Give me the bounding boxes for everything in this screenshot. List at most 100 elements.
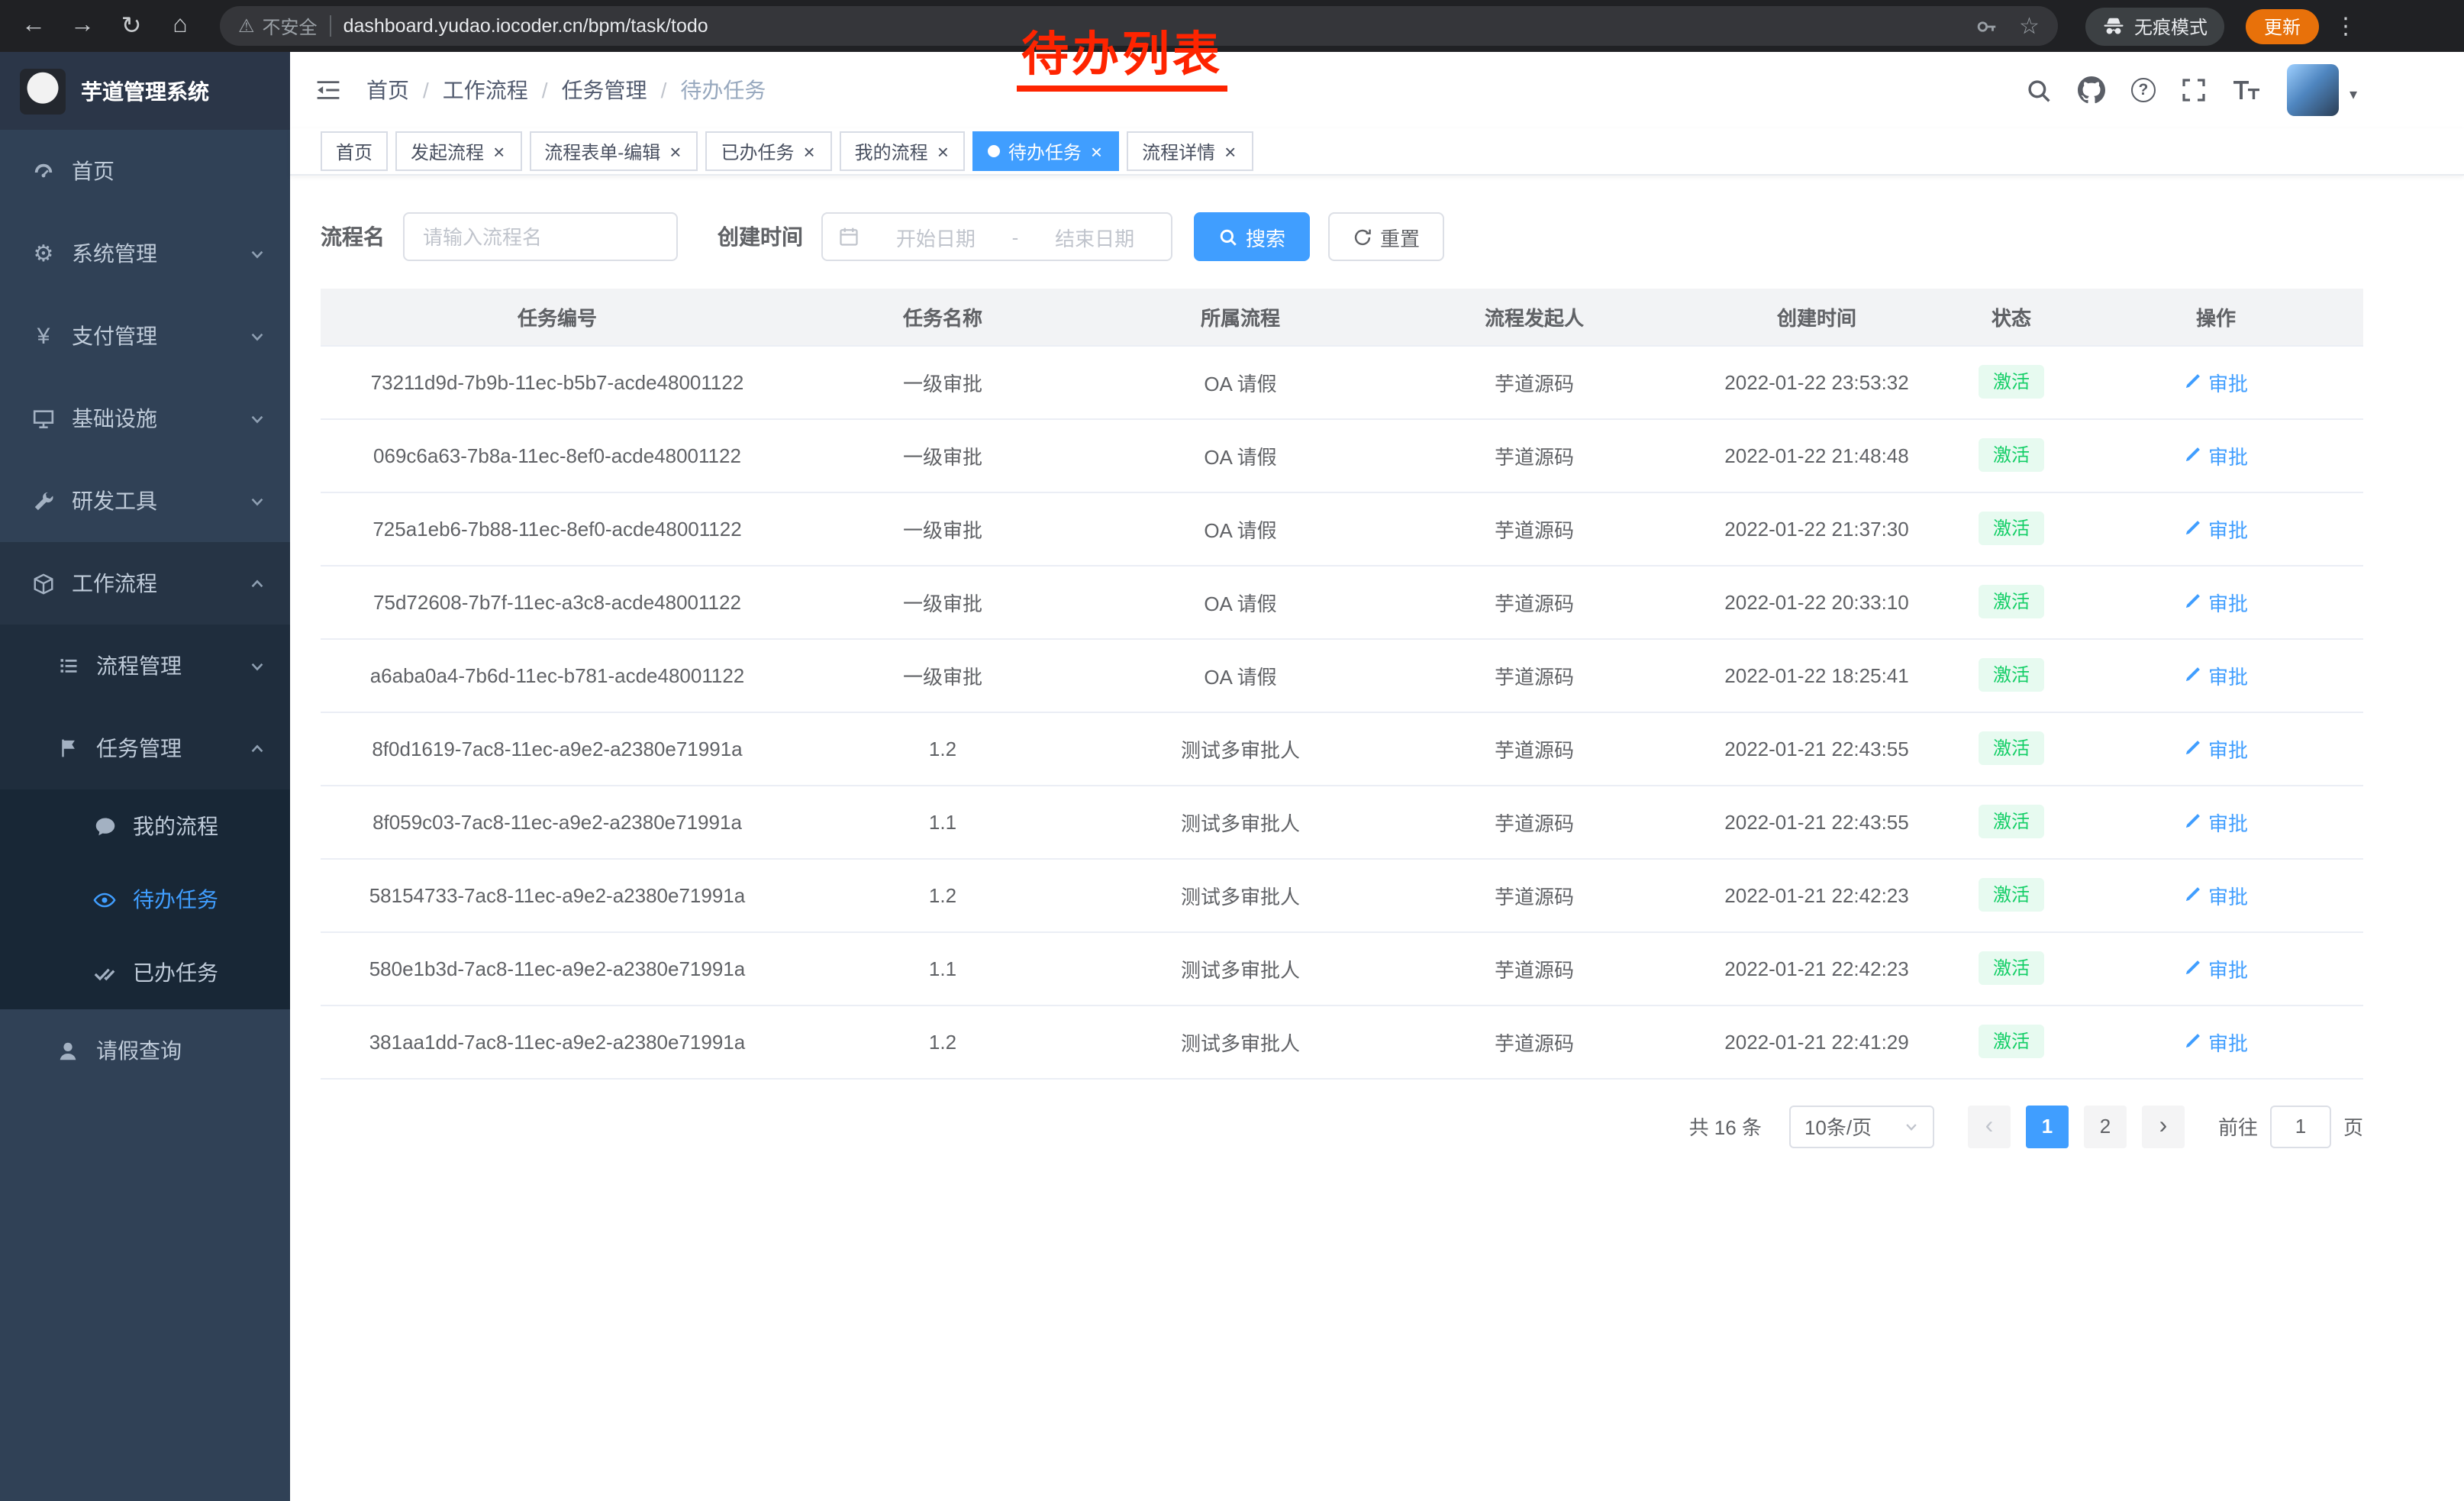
forward-button[interactable]: → — [61, 5, 104, 47]
tab-待办任务[interactable]: 待办任务× — [973, 131, 1119, 171]
status-cell: 激活 — [1954, 785, 2069, 858]
initiator-cell: 芋道源码 — [1389, 565, 1679, 638]
password-key-icon[interactable] — [1975, 15, 1998, 37]
search-button[interactable]: 搜索 — [1194, 212, 1310, 261]
wrench-icon — [31, 489, 56, 512]
edit-icon — [2184, 666, 2202, 684]
breadcrumb-task-management[interactable]: 任务管理 — [562, 75, 647, 105]
tab-发起流程[interactable]: 发起流程× — [395, 131, 521, 171]
task-id-cell: 381aa1dd-7ac8-11ec-a9e2-a2380e71991a — [321, 1005, 794, 1078]
sidebar-item-leave-query[interactable]: 请假查询 — [0, 1009, 290, 1092]
column-header-6: 状态 — [1954, 289, 2069, 345]
security-warning[interactable]: ⚠ 不安全 — [238, 13, 318, 39]
sidebar-item-my-process[interactable]: 我的流程 — [0, 789, 290, 863]
sidebar-item-task-management[interactable]: 任务管理 — [0, 707, 290, 789]
fullscreen-icon[interactable] — [2182, 78, 2206, 102]
process-cell: 测试多审批人 — [1092, 858, 1389, 931]
sidebar-collapse-icon[interactable] — [314, 76, 342, 104]
tab-首页[interactable]: 首页 — [321, 131, 388, 171]
task-name-cell: 1.2 — [794, 1005, 1092, 1078]
back-button[interactable]: ← — [12, 5, 55, 47]
page-button-2[interactable]: 2 — [2084, 1105, 2127, 1148]
task-id-cell: a6aba0a4-7b6d-11ec-b781-acde48001122 — [321, 638, 794, 712]
column-header-7: 操作 — [2069, 289, 2363, 345]
tab-close-icon[interactable]: × — [936, 141, 950, 161]
chevron-down-icon — [1904, 1118, 1919, 1134]
goto-page-input[interactable] — [2270, 1105, 2331, 1148]
approve-button[interactable]: 审批 — [2184, 367, 2248, 396]
github-icon[interactable] — [2078, 76, 2105, 104]
sidebar-item-dev-tools[interactable]: 研发工具 — [0, 460, 290, 542]
initiator-cell: 芋道源码 — [1389, 1005, 1679, 1078]
approve-button[interactable]: 审批 — [2184, 880, 2248, 909]
next-page-button[interactable]: › — [2142, 1105, 2185, 1148]
approve-button[interactable]: 审批 — [2184, 954, 2248, 983]
approve-button[interactable]: 审批 — [2184, 514, 2248, 543]
avatar[interactable] — [2287, 64, 2339, 116]
app-logo — [20, 68, 66, 114]
app-title: 芋道管理系统 — [81, 76, 209, 106]
breadcrumb-separator: / — [661, 78, 667, 102]
approve-button[interactable]: 审批 — [2184, 807, 2248, 836]
tab-close-icon[interactable]: × — [1223, 141, 1237, 161]
page-button-1[interactable]: 1 — [2026, 1105, 2069, 1148]
tab-流程详情[interactable]: 流程详情× — [1127, 131, 1253, 171]
column-header-2: 任务名称 — [794, 289, 1092, 345]
tab-close-icon[interactable]: × — [668, 141, 682, 161]
sidebar-item-payment[interactable]: ¥ 支付管理 — [0, 295, 290, 377]
approve-label: 审批 — [2208, 807, 2248, 836]
task-name-cell: 一级审批 — [794, 345, 1092, 418]
sidebar-item-infrastructure[interactable]: 基础设施 — [0, 377, 290, 460]
tab-close-icon[interactable]: × — [492, 141, 506, 161]
page-size-select[interactable]: 10条/页 — [1789, 1105, 1934, 1148]
screenshot-root: ← → ↻ ⌂ ⚠ 不安全 dashboard.yudao.iocoder.cn… — [0, 0, 2464, 1501]
avatar-caret-icon[interactable]: ▾ — [2350, 87, 2357, 104]
sidebar-item-home[interactable]: 首页 — [0, 130, 290, 212]
sidebar-item-workflow[interactable]: 工作流程 — [0, 542, 290, 625]
tab-close-icon[interactable]: × — [1089, 141, 1104, 161]
status-badge: 激活 — [1979, 438, 2043, 472]
browser-toolbar: ← → ↻ ⌂ ⚠ 不安全 dashboard.yudao.iocoder.cn… — [0, 0, 2464, 52]
browser-menu-icon[interactable]: ⋮ — [2325, 12, 2366, 40]
date-range-picker[interactable]: 开始日期 - 结束日期 — [821, 212, 1172, 261]
chevron-up-icon — [249, 575, 266, 592]
cube-icon — [31, 572, 56, 595]
approve-button[interactable]: 审批 — [2184, 587, 2248, 616]
search-icon[interactable] — [2026, 77, 2052, 103]
breadcrumb-home[interactable]: 首页 — [366, 75, 409, 105]
tab-我的流程[interactable]: 我的流程× — [840, 131, 966, 171]
sidebar-item-system[interactable]: ⚙ 系统管理 — [0, 212, 290, 295]
task-name-cell: 1.2 — [794, 712, 1092, 785]
sidebar-item-done-tasks[interactable]: 已办任务 — [0, 936, 290, 1009]
browser-update-button[interactable]: 更新 — [2246, 8, 2319, 44]
action-cell: 审批 — [2069, 418, 2363, 492]
reload-button[interactable]: ↻ — [110, 5, 153, 47]
help-icon[interactable] — [2131, 78, 2156, 102]
process-cell: OA 请假 — [1092, 565, 1389, 638]
start-date-placeholder[interactable]: 开始日期 — [875, 222, 997, 251]
status-badge: 激活 — [1979, 512, 2043, 545]
breadcrumb-workflow[interactable]: 工作流程 — [443, 75, 528, 105]
approve-button[interactable]: 审批 — [2184, 734, 2248, 763]
prev-page-button[interactable]: ‹ — [1968, 1105, 2011, 1148]
approve-label: 审批 — [2208, 880, 2248, 909]
sidebar-item-label: 请假查询 — [96, 1035, 182, 1066]
create-time-cell: 2022-01-21 22:43:55 — [1679, 712, 1954, 785]
end-date-placeholder[interactable]: 结束日期 — [1034, 222, 1156, 251]
approve-button[interactable]: 审批 — [2184, 1027, 2248, 1056]
sidebar-item-todo-tasks[interactable]: 待办任务 — [0, 863, 290, 936]
refresh-icon — [1353, 227, 1372, 247]
tab-流程表单-编辑[interactable]: 流程表单-编辑× — [529, 131, 698, 171]
approve-button[interactable]: 审批 — [2184, 660, 2248, 689]
home-button[interactable]: ⌂ — [159, 5, 202, 47]
task-id-cell: 58154733-7ac8-11ec-a9e2-a2380e71991a — [321, 858, 794, 931]
list-icon — [55, 655, 81, 676]
tab-close-icon[interactable]: × — [801, 141, 816, 161]
approve-button[interactable]: 审批 — [2184, 441, 2248, 470]
reset-button[interactable]: 重置 — [1328, 212, 1444, 261]
bookmark-star-icon[interactable]: ☆ — [2019, 15, 2040, 37]
process-name-input[interactable] — [403, 212, 678, 261]
tab-已办任务[interactable]: 已办任务× — [705, 131, 831, 171]
sidebar-item-process-management[interactable]: 流程管理 — [0, 625, 290, 707]
font-size-icon[interactable] — [2232, 78, 2261, 102]
